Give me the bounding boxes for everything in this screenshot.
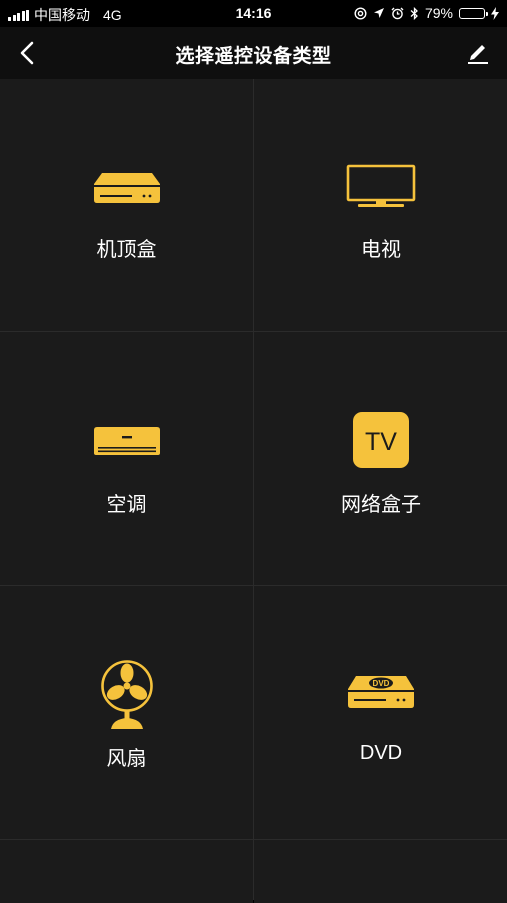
- device-label: 电视: [361, 239, 401, 261]
- tv-icon: [346, 164, 416, 207]
- device-tile-fan[interactable]: 风扇: [0, 586, 253, 839]
- navigation-bar: 选择遥控设备类型: [0, 27, 507, 79]
- tv-badge-text: TV: [365, 428, 397, 456]
- bluetooth-icon: [410, 6, 418, 20]
- pencil-icon[interactable]: [465, 40, 491, 66]
- device-tile-partial[interactable]: [254, 840, 507, 903]
- device-tile-dvd[interactable]: DVD DVD: [254, 586, 507, 839]
- device-tile-partial[interactable]: [0, 840, 253, 903]
- battery-icon: [459, 7, 488, 19]
- dvd-player-icon: DVD: [348, 676, 414, 708]
- set-top-box-icon: [93, 173, 160, 203]
- device-tile-tv[interactable]: 电视: [254, 79, 507, 331]
- charging-bolt-icon: [491, 6, 499, 20]
- device-label: 空调: [106, 494, 147, 516]
- status-right: 79%: [354, 5, 499, 21]
- device-tile-air-conditioner[interactable]: 空调: [0, 332, 253, 585]
- page-title: 选择遥控设备类型: [175, 46, 332, 67]
- device-label: 网络盒子: [341, 494, 421, 516]
- device-label: 机顶盒: [96, 239, 157, 261]
- dvd-logo-text: DVD: [373, 679, 390, 688]
- at-icon: [354, 6, 367, 20]
- network-box-icon: TV: [353, 412, 409, 468]
- alarm-icon: [391, 7, 404, 19]
- device-tile-network-box[interactable]: TV 网络盒子: [254, 332, 507, 585]
- fan-icon: [100, 660, 153, 729]
- battery-percent: 79%: [424, 5, 453, 21]
- device-tile-set-top-box[interactable]: 机顶盒: [0, 79, 253, 331]
- device-label: 风扇: [106, 748, 147, 770]
- status-bar: 中国移动 4G 14:16 79%: [0, 0, 507, 27]
- air-conditioner-icon: [93, 427, 160, 455]
- location-arrow-icon: [373, 8, 384, 18]
- device-label: DVD: [359, 742, 403, 764]
- device-type-grid: 机顶盒 电视 空调 TV 网络盒子 风扇 DVD DVD: [0, 79, 507, 903]
